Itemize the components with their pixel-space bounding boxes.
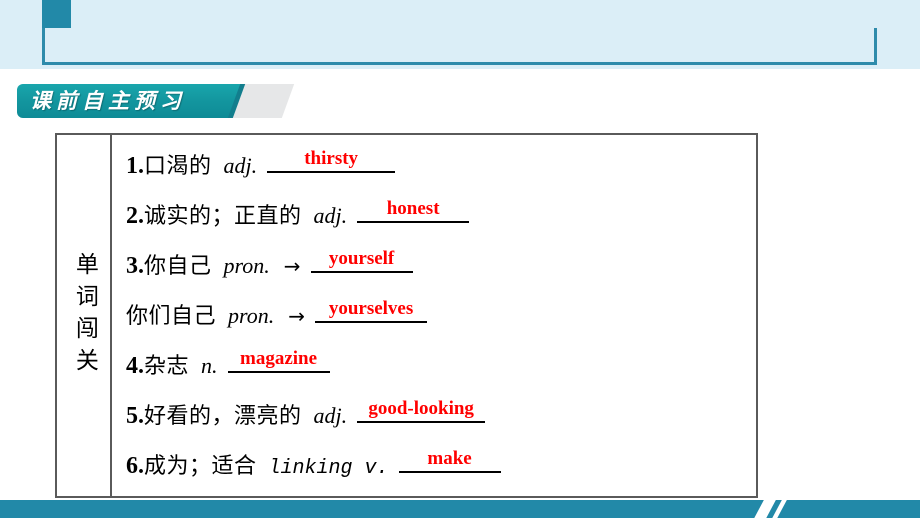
vocabulary-table-row-header: 单词闯关	[57, 135, 112, 496]
top-frame-fill	[45, 28, 874, 62]
vocabulary-rows: 1. 口渴的 adj. thirsty 2. 诚实的；正直的 adj. hone…	[112, 135, 756, 496]
row-answer: make	[427, 448, 472, 469]
answer-blank: magazine	[227, 345, 330, 373]
row-answer: yourselves	[328, 298, 414, 319]
row-answer: thirsty	[304, 148, 359, 169]
answer-blank: yourself	[310, 245, 413, 273]
row-part-of-speech: linking v.	[268, 457, 389, 480]
arrow-icon: →	[288, 304, 306, 328]
row-part-of-speech: adj.	[313, 203, 348, 228]
row-part-of-speech: adj.	[313, 403, 348, 428]
answer-blank: make	[398, 445, 501, 473]
top-decorative-band	[0, 0, 920, 69]
row-part-of-speech: adj.	[223, 153, 258, 178]
section-banner-label: 课前自主预习	[30, 89, 186, 113]
row-number: 5.	[126, 403, 144, 429]
row-chinese: 口渴的	[144, 154, 212, 179]
row-chinese: 成为；适合	[144, 454, 257, 479]
row-number: 6.	[126, 453, 144, 479]
table-row: 3. 你自己 pron. → yourself	[126, 245, 756, 295]
row-number: 4.	[126, 353, 144, 379]
table-row: 6. 成为；适合 linking v. make	[126, 445, 756, 495]
row-answer: honest	[386, 198, 440, 219]
row-answer: good-looking	[368, 398, 474, 419]
answer-blank: thirsty	[267, 145, 396, 173]
answer-blank: good-looking	[357, 395, 486, 423]
row-chinese: 你自己	[144, 254, 212, 279]
row-number: 3.	[126, 253, 144, 279]
row-chinese: 你们自己	[126, 304, 217, 329]
section-banner: 课前自主预习	[17, 84, 295, 118]
table-row: 1. 口渴的 adj. thirsty	[126, 145, 756, 195]
row-chinese: 好看的，漂亮的	[144, 404, 302, 429]
answer-blank: honest	[357, 195, 470, 223]
table-row: 5. 好看的，漂亮的 adj. good-looking	[126, 395, 756, 445]
vocabulary-table: 单词闯关 1. 口渴的 adj. thirsty 2. 诚实的；正直的 adj.…	[55, 133, 758, 498]
row-number: 1.	[126, 153, 144, 179]
table-row: 2. 诚实的；正直的 adj. honest	[126, 195, 756, 245]
row-part-of-speech: pron.	[223, 253, 270, 278]
row-answer: yourself	[328, 248, 395, 269]
row-chinese: 诚实的；正直的	[144, 204, 302, 229]
row-answer: magazine	[239, 348, 318, 369]
bottom-decorative-bar	[0, 500, 920, 518]
row-number: 2.	[126, 203, 144, 229]
row-part-of-speech: pron.	[228, 303, 275, 328]
row-chinese: 杂志	[144, 354, 190, 379]
row-part-of-speech: n.	[201, 353, 218, 378]
answer-blank: yourselves	[315, 295, 428, 323]
row-header-label: 单词闯关	[71, 251, 98, 380]
table-row: 4. 杂志 n. magazine	[126, 345, 756, 395]
table-row: 你们自己 pron. → yourselves	[126, 295, 756, 345]
arrow-icon: →	[283, 254, 301, 278]
